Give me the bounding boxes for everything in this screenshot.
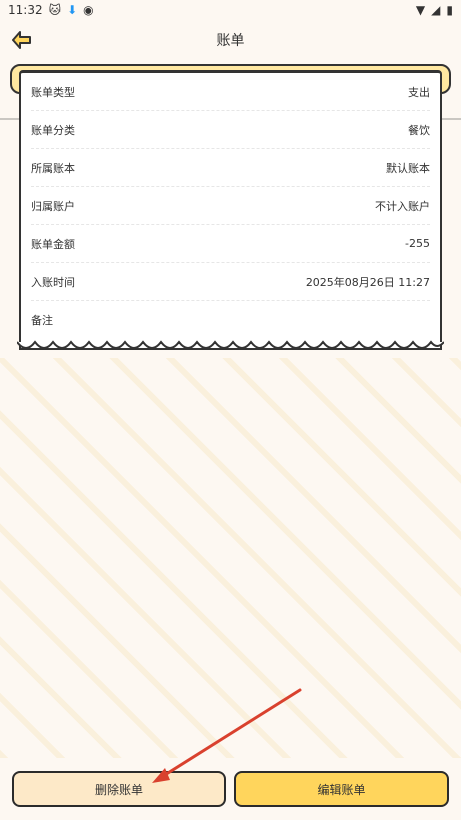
row-value: 不计入账户 bbox=[375, 199, 430, 213]
row-label: 账单类型 bbox=[31, 85, 75, 99]
row-value: 支出 bbox=[408, 85, 430, 99]
row-value: 默认账本 bbox=[386, 161, 430, 175]
row-bill-category: 账单分类 餐饮 bbox=[31, 111, 430, 149]
row-amount: 账单金额 -255 bbox=[31, 225, 430, 263]
row-value: -255 bbox=[405, 237, 430, 250]
bill-detail-card: 账单类型 支出 账单分类 餐饮 所属账本 默认账本 归属账户 不计入账户 账单金… bbox=[19, 70, 442, 350]
receipt-wavy-edge bbox=[17, 340, 444, 349]
bill-rows: 账单类型 支出 账单分类 餐饮 所属账本 默认账本 归属账户 不计入账户 账单金… bbox=[21, 73, 440, 338]
vpn-icon: ◉ bbox=[83, 3, 94, 17]
battery-icon: ▮ bbox=[446, 3, 453, 17]
status-left: 11:32 🐱 ⬇ ◉ bbox=[8, 3, 94, 17]
download-icon: ⬇ bbox=[67, 3, 78, 17]
cat-icon: 🐱 bbox=[48, 3, 62, 17]
row-time: 入账时间 2025年08月26日 11:27 bbox=[31, 263, 430, 301]
row-label: 账单分类 bbox=[31, 123, 75, 137]
delete-bill-button[interactable]: 删除账单 bbox=[12, 771, 226, 807]
row-value: 餐饮 bbox=[408, 123, 430, 137]
page-title: 账单 bbox=[216, 33, 245, 49]
background-pattern bbox=[0, 358, 461, 758]
signal-icon: ◢ bbox=[431, 3, 441, 17]
wifi-icon: ▼ bbox=[415, 3, 426, 17]
row-note: 备注 bbox=[31, 301, 430, 338]
row-label: 备注 bbox=[31, 313, 53, 327]
row-account: 归属账户 不计入账户 bbox=[31, 187, 430, 225]
back-arrow-icon[interactable] bbox=[10, 28, 34, 52]
row-label: 归属账户 bbox=[31, 199, 75, 213]
edit-bill-button[interactable]: 编辑账单 bbox=[234, 771, 449, 807]
app-bar: 账单 bbox=[0, 20, 461, 60]
row-value: 2025年08月26日 11:27 bbox=[305, 275, 430, 289]
row-label: 入账时间 bbox=[31, 275, 75, 289]
row-label: 账单金额 bbox=[31, 237, 75, 251]
status-time: 11:32 bbox=[8, 3, 43, 17]
status-bar: 11:32 🐱 ⬇ ◉ ▼ ◢ ▮ bbox=[0, 0, 461, 20]
row-ledger: 所属账本 默认账本 bbox=[31, 149, 430, 187]
row-bill-type: 账单类型 支出 bbox=[31, 73, 430, 111]
row-label: 所属账本 bbox=[31, 161, 75, 175]
status-right: ▼ ◢ ▮ bbox=[416, 4, 453, 16]
